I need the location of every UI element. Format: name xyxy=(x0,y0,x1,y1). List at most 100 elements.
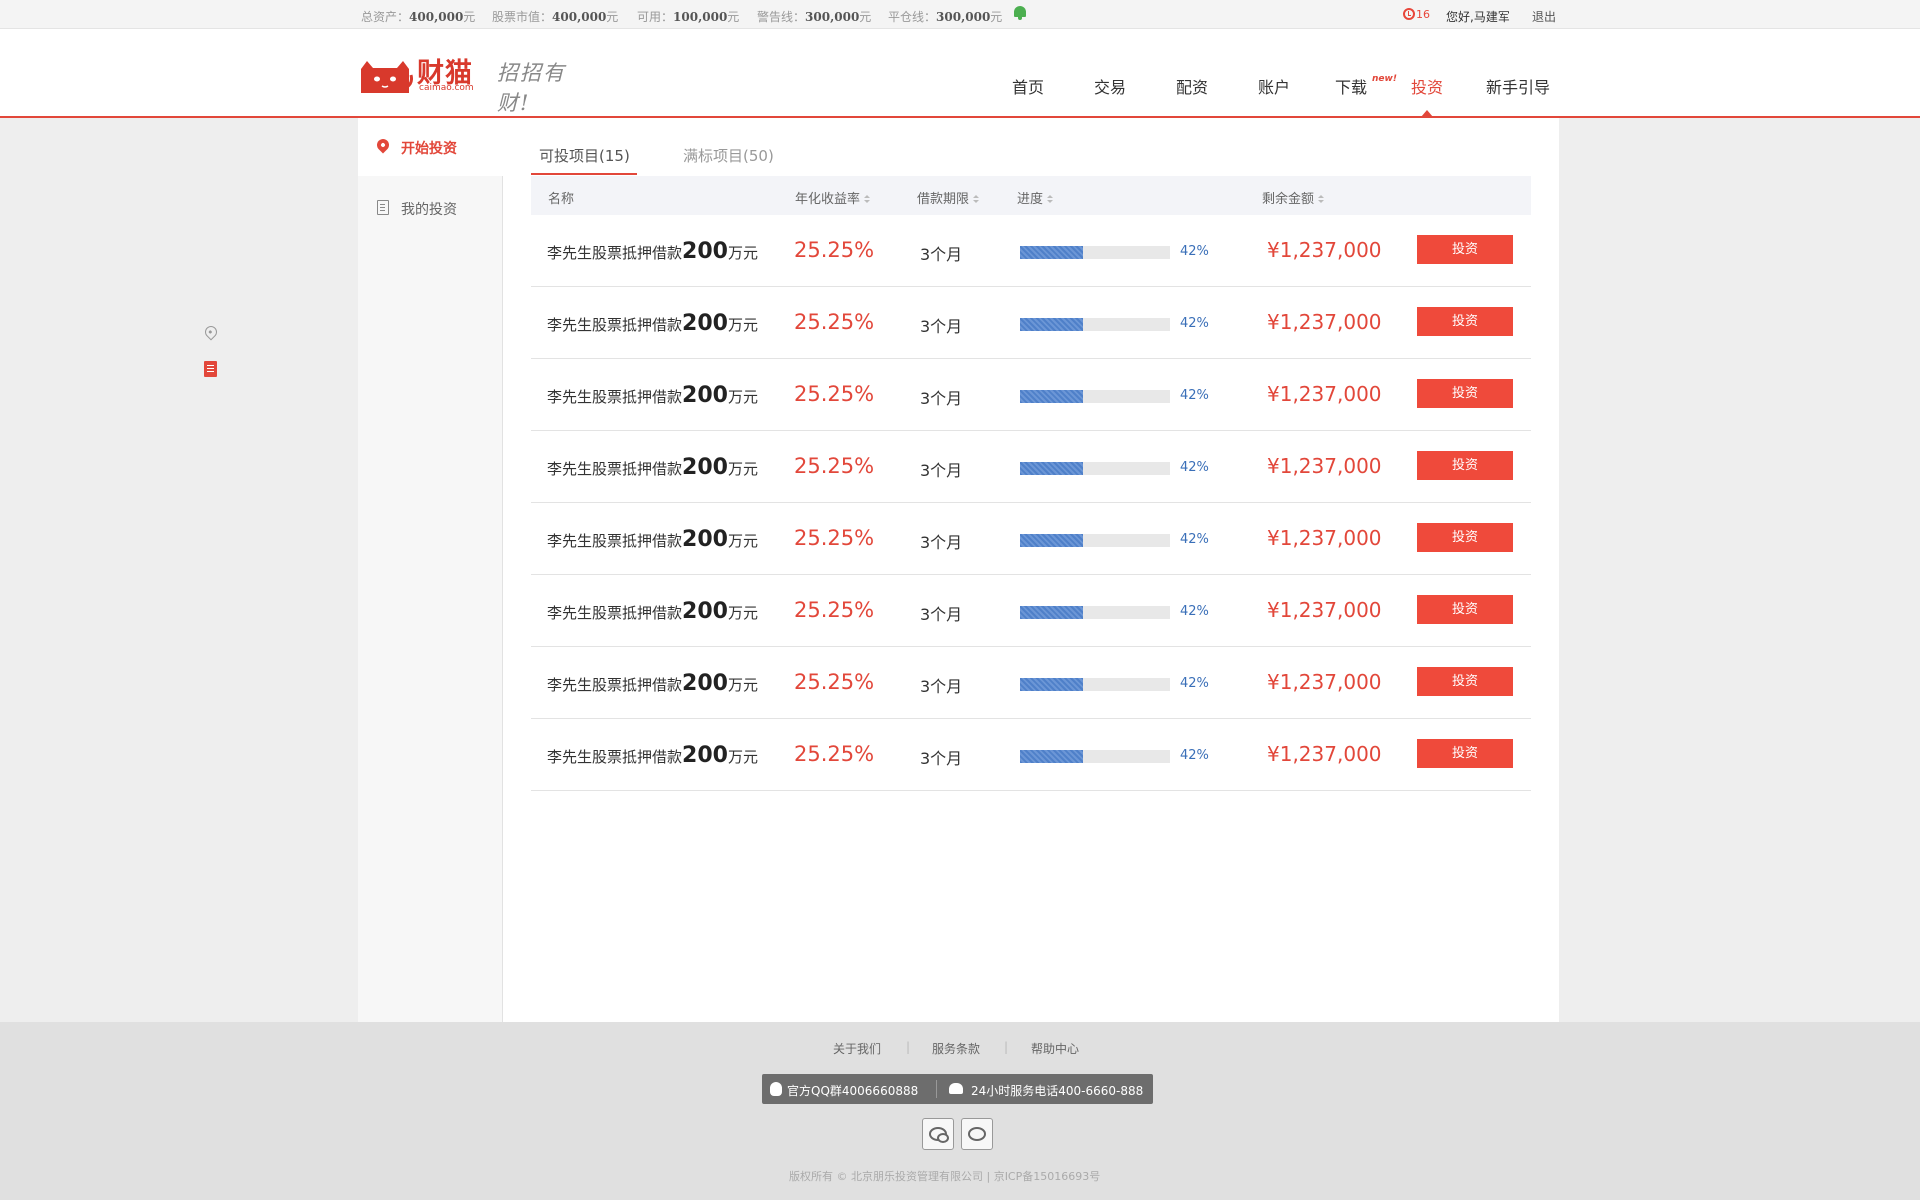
sort-icon[interactable] xyxy=(864,195,871,204)
service-phone[interactable]: 24小时服务电话400-6660-888 xyxy=(971,1082,1143,1099)
annual-rate: 25.25% xyxy=(794,454,875,478)
invest-button[interactable]: 投资 xyxy=(1417,523,1513,552)
invest-button[interactable]: 投资 xyxy=(1417,451,1513,480)
sort-icon[interactable] xyxy=(1047,195,1054,204)
remaining-amount: ¥1,237,000 xyxy=(1267,598,1382,622)
nav-financing[interactable]: 配资 xyxy=(1176,74,1208,98)
document-icon[interactable] xyxy=(204,361,217,377)
user-greeting[interactable]: 您好,马建军 xyxy=(1446,8,1510,25)
table-row: 李先生股票抵押借款200万元 25.25% 3个月 42% ¥1,237,000 投资 xyxy=(531,359,1531,431)
weibo-icon[interactable] xyxy=(961,1118,993,1150)
remaining-amount: ¥1,237,000 xyxy=(1267,310,1382,334)
total-assets: 总资产：400,000元 xyxy=(361,10,476,24)
annual-rate: 25.25% xyxy=(794,670,875,694)
progress-bar xyxy=(1020,318,1170,331)
table-header: 名称 年化收益率 借款期限 进度 剩余金额 xyxy=(531,176,1531,215)
nav-beginner-guide[interactable]: 新手引导 xyxy=(1486,74,1550,98)
progress-fill xyxy=(1020,606,1083,619)
progress-percent: 42% xyxy=(1180,388,1209,403)
site-header: 财猫 caimao.com 招招有财! 首页 交易 配资 账户 下载 new! … xyxy=(0,29,1920,118)
loan-amount: 200 xyxy=(682,455,728,480)
invest-button[interactable]: 投资 xyxy=(1417,739,1513,768)
sidebar-item-label: 开始投资 xyxy=(401,141,457,157)
progress-fill xyxy=(1020,462,1083,475)
footer-link-terms[interactable]: 服务条款 xyxy=(932,1040,980,1057)
column-remaining[interactable]: 剩余金额 xyxy=(1262,188,1325,207)
progress-percent: 42% xyxy=(1180,676,1209,691)
annual-rate: 25.25% xyxy=(794,310,875,334)
progress-fill xyxy=(1020,246,1083,259)
sort-icon[interactable] xyxy=(1318,195,1325,204)
project-name[interactable]: 李先生股票抵押借款200万元 xyxy=(547,527,758,552)
sidebar: 开始投资 我的投资 xyxy=(358,118,503,1022)
nav-account[interactable]: 账户 xyxy=(1258,74,1290,98)
nav-download[interactable]: 下载 xyxy=(1335,74,1367,98)
loan-term: 3个月 xyxy=(920,749,963,768)
sidebar-item-start-invest[interactable]: 开始投资 xyxy=(358,118,503,176)
qq-group[interactable]: 官方QQ群4006660888 xyxy=(787,1082,918,1099)
project-name[interactable]: 李先生股票抵押借款200万元 xyxy=(547,671,758,696)
progress-fill xyxy=(1020,750,1083,763)
nav-home[interactable]: 首页 xyxy=(1012,74,1044,98)
bell-icon[interactable] xyxy=(1013,6,1027,21)
invest-button[interactable]: 投资 xyxy=(1417,667,1513,696)
invest-button[interactable]: 投资 xyxy=(1417,379,1513,408)
project-name[interactable]: 李先生股票抵押借款200万元 xyxy=(547,239,758,264)
loan-term: 3个月 xyxy=(920,245,963,264)
column-rate[interactable]: 年化收益率 xyxy=(795,188,871,207)
tab-full-projects[interactable]: 满标项目(50) xyxy=(683,145,774,166)
logout-link[interactable]: 退出 xyxy=(1532,8,1556,25)
project-name[interactable]: 李先生股票抵押借款200万元 xyxy=(547,311,758,336)
invest-button[interactable]: 投资 xyxy=(1417,307,1513,336)
document-icon xyxy=(377,200,389,215)
project-name[interactable]: 李先生股票抵押借款200万元 xyxy=(547,599,758,624)
progress-bar xyxy=(1020,534,1170,547)
progress-percent: 42% xyxy=(1180,316,1209,331)
annual-rate: 25.25% xyxy=(794,742,875,766)
table-row: 李先生股票抵押借款200万元 25.25% 3个月 42% ¥1,237,000 投资 xyxy=(531,503,1531,575)
clock-icon[interactable] xyxy=(1403,8,1415,20)
column-name: 名称 xyxy=(548,192,575,207)
logo-domain: caimao.com xyxy=(419,83,474,93)
footer-link-help[interactable]: 帮助中心 xyxy=(1031,1040,1079,1057)
annual-rate: 25.25% xyxy=(794,598,875,622)
annual-rate: 25.25% xyxy=(794,382,875,406)
phone-icon xyxy=(949,1083,963,1094)
remaining-amount: ¥1,237,000 xyxy=(1267,526,1382,550)
column-term[interactable]: 借款期限 xyxy=(917,188,980,207)
warning-line: 警告线：300,000元 xyxy=(757,10,872,24)
slogan: 招招有财! xyxy=(497,61,566,115)
qq-icon xyxy=(770,1082,782,1096)
progress-bar xyxy=(1020,246,1170,259)
location-pin-icon[interactable] xyxy=(202,323,220,341)
remaining-amount: ¥1,237,000 xyxy=(1267,670,1382,694)
loan-term: 3个月 xyxy=(920,533,963,552)
table-row: 李先生股票抵押借款200万元 25.25% 3个月 42% ¥1,237,000 投资 xyxy=(531,647,1531,719)
site-footer: 关于我们 | 服务条款 | 帮助中心 官方QQ群4006660888 24小时服… xyxy=(0,1022,1920,1200)
wechat-icon[interactable] xyxy=(922,1118,954,1150)
project-name[interactable]: 李先生股票抵押借款200万元 xyxy=(547,455,758,480)
column-progress[interactable]: 进度 xyxy=(1017,188,1054,207)
copyright: 版权所有 © 北京朋乐投资管理有限公司 | 京ICP备15016693号 xyxy=(789,1170,1101,1183)
footer-link-about[interactable]: 关于我们 xyxy=(833,1040,881,1057)
message-count[interactable]: 16 xyxy=(1416,8,1430,21)
tab-available-projects[interactable]: 可投项目(15) xyxy=(539,145,630,166)
project-name[interactable]: 李先生股票抵押借款200万元 xyxy=(547,383,758,408)
loan-term: 3个月 xyxy=(920,317,963,336)
project-list: 李先生股票抵押借款200万元 25.25% 3个月 42% ¥1,237,000 投资 李先… xyxy=(531,215,1531,791)
nav-invest[interactable]: 投资 xyxy=(1411,74,1443,98)
account-status-bar: 总资产：400,000元 股票市值：400,000元 可用：100,000元 警… xyxy=(0,0,1920,29)
project-name[interactable]: 李先生股票抵押借款200万元 xyxy=(547,743,758,768)
loan-term: 3个月 xyxy=(920,389,963,408)
nav-trade[interactable]: 交易 xyxy=(1094,74,1126,98)
loan-term: 3个月 xyxy=(920,461,963,480)
logo[interactable]: 财猫 caimao.com 招招有财! xyxy=(359,51,599,115)
loan-amount: 200 xyxy=(682,599,728,624)
sort-icon[interactable] xyxy=(973,195,980,204)
active-tab-underline xyxy=(531,173,637,175)
invest-button[interactable]: 投资 xyxy=(1417,595,1513,624)
invest-button[interactable]: 投资 xyxy=(1417,235,1513,264)
progress-bar xyxy=(1020,462,1170,475)
progress-fill xyxy=(1020,390,1083,403)
progress-fill xyxy=(1020,534,1083,547)
